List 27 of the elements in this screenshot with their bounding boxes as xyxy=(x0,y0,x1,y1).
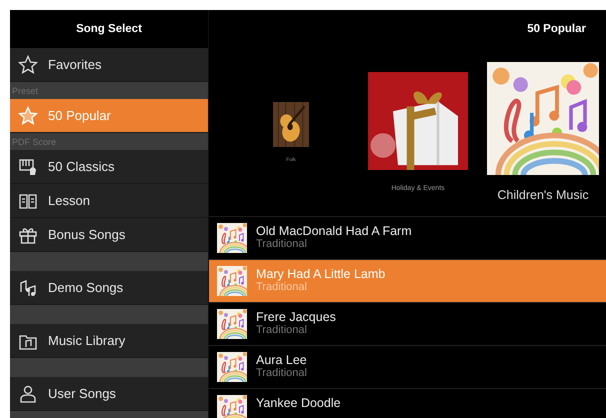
person-icon xyxy=(18,384,38,404)
song-title: Frere Jacques xyxy=(256,311,336,324)
song-row[interactable]: Frere Jacques Traditional xyxy=(209,303,606,346)
song-artist: Traditional xyxy=(256,281,308,294)
music-notes-artwork xyxy=(217,266,247,296)
guitar-artwork xyxy=(273,102,309,146)
song-title: Yankee Doodle xyxy=(256,397,341,410)
song-row[interactable]: Yankee Doodle xyxy=(209,389,606,418)
song-title: Old MacDonald Had A Farm xyxy=(256,225,412,238)
song-artist: Traditional xyxy=(256,324,308,337)
music-notes-artwork xyxy=(217,352,247,382)
sidebar-title: Song Select xyxy=(10,10,208,48)
song-artist: Traditional xyxy=(256,367,307,380)
star-icon xyxy=(18,54,38,74)
sidebar-item[interactable]: Lesson xyxy=(10,184,208,218)
star-icon xyxy=(18,106,38,126)
album-tile[interactable]: Children's Music xyxy=(484,62,602,202)
music-notes-artwork xyxy=(217,223,247,253)
song-row[interactable]: Aura Lee Traditional xyxy=(209,346,606,389)
piano-hand-icon xyxy=(18,156,38,176)
song-title: Aura Lee xyxy=(256,354,307,367)
music-notes-artwork xyxy=(217,395,247,418)
song-artist: Traditional xyxy=(256,238,308,251)
sidebar-item[interactable]: 50 Classics xyxy=(10,150,208,184)
song-title: Mary Had A Little Lamb xyxy=(256,268,386,281)
music-notes-artwork xyxy=(217,309,247,339)
music-notes-icon xyxy=(18,278,38,298)
